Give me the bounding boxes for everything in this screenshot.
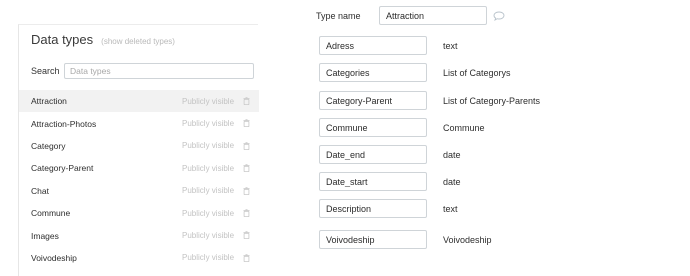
data-type-item[interactable]: Voivodeship Publicly visible	[19, 247, 259, 269]
comment-bubble-icon[interactable]	[493, 11, 505, 21]
search-input[interactable]	[64, 63, 254, 79]
field-row: date	[319, 145, 461, 164]
data-type-name: Attraction	[31, 96, 67, 107]
trash-icon[interactable]	[243, 231, 250, 240]
field-type-label[interactable]: List of Categorys	[443, 68, 511, 78]
data-type-name: Chat	[31, 185, 49, 196]
field-name-input[interactable]	[319, 230, 427, 249]
trash-icon[interactable]	[243, 164, 250, 173]
search-row: Search	[31, 63, 254, 79]
field-row: date	[319, 172, 461, 191]
data-type-name: Category	[31, 140, 66, 151]
field-name-input[interactable]	[319, 145, 427, 164]
field-type-label[interactable]: List of Category-Parents	[443, 96, 540, 106]
field-type-label[interactable]: Voivodeship	[443, 235, 492, 245]
type-name-row: Type name	[316, 6, 505, 25]
data-type-item[interactable]: Images Publicly visible	[19, 224, 259, 246]
field-name-input[interactable]	[319, 118, 427, 137]
visibility-label: Publicly visible	[182, 186, 235, 196]
field-name-input[interactable]	[319, 199, 427, 218]
data-type-name: Voivodeship	[31, 252, 77, 263]
field-row: Commune	[319, 118, 485, 137]
visibility-label: Publicly visible	[182, 96, 235, 106]
field-name-input[interactable]	[319, 172, 427, 191]
field-name-input[interactable]	[319, 36, 427, 55]
trash-icon[interactable]	[243, 142, 250, 150]
data-type-name: Commune	[31, 208, 71, 219]
field-row: text	[319, 199, 458, 218]
visibility-label: Publicly visible	[182, 163, 235, 173]
data-type-name: Attraction-Photos	[31, 118, 97, 129]
trash-icon[interactable]	[243, 254, 250, 262]
panel-header: Data types (show deleted types)	[31, 32, 175, 47]
trash-icon[interactable]	[243, 209, 250, 217]
data-type-name: Category-Parent	[31, 163, 94, 174]
field-name-input[interactable]	[319, 91, 427, 110]
field-name-input[interactable]	[319, 63, 427, 82]
visibility-label: Publicly visible	[182, 231, 235, 241]
data-type-item[interactable]: Attraction-Photos Publicly visible	[19, 112, 259, 134]
data-type-name: Images	[31, 230, 59, 241]
type-name-label: Type name	[316, 10, 361, 21]
data-type-item[interactable]: Category Publicly visible	[19, 135, 259, 157]
visibility-label: Publicly visible	[182, 119, 235, 129]
field-type-label[interactable]: date	[443, 177, 461, 187]
field-type-label[interactable]: text	[443, 204, 458, 214]
field-row: List of Category-Parents	[319, 91, 540, 110]
trash-icon[interactable]	[243, 119, 250, 128]
trash-icon[interactable]	[243, 97, 250, 105]
field-row: List of Categorys	[319, 63, 511, 82]
type-name-input[interactable]	[379, 6, 487, 25]
data-type-item[interactable]: Commune Publicly visible	[19, 202, 259, 224]
data-type-item[interactable]: Chat Publicly visible	[19, 180, 259, 202]
field-row: Voivodeship	[319, 230, 492, 249]
field-row: text	[319, 36, 458, 55]
panel-title: Data types	[31, 32, 94, 47]
visibility-label: Publicly visible	[182, 208, 235, 218]
field-type-label[interactable]: text	[443, 41, 458, 51]
data-type-item[interactable]: Attraction Publicly visible	[19, 90, 259, 113]
visibility-label: Publicly visible	[182, 141, 235, 151]
data-types-panel: Data types (show deleted types) Search A…	[18, 24, 259, 276]
search-label: Search	[31, 66, 60, 76]
visibility-label: Publicly visible	[182, 253, 235, 263]
show-deleted-types-link[interactable]: (show deleted types)	[101, 37, 175, 46]
data-type-item[interactable]: Category-Parent Publicly visible	[19, 157, 259, 179]
trash-icon[interactable]	[243, 186, 250, 195]
data-type-list: Attraction Publicly visible Attraction-Pho…	[19, 90, 259, 269]
field-type-label[interactable]: date	[443, 150, 461, 160]
field-type-label[interactable]: Commune	[443, 123, 485, 133]
